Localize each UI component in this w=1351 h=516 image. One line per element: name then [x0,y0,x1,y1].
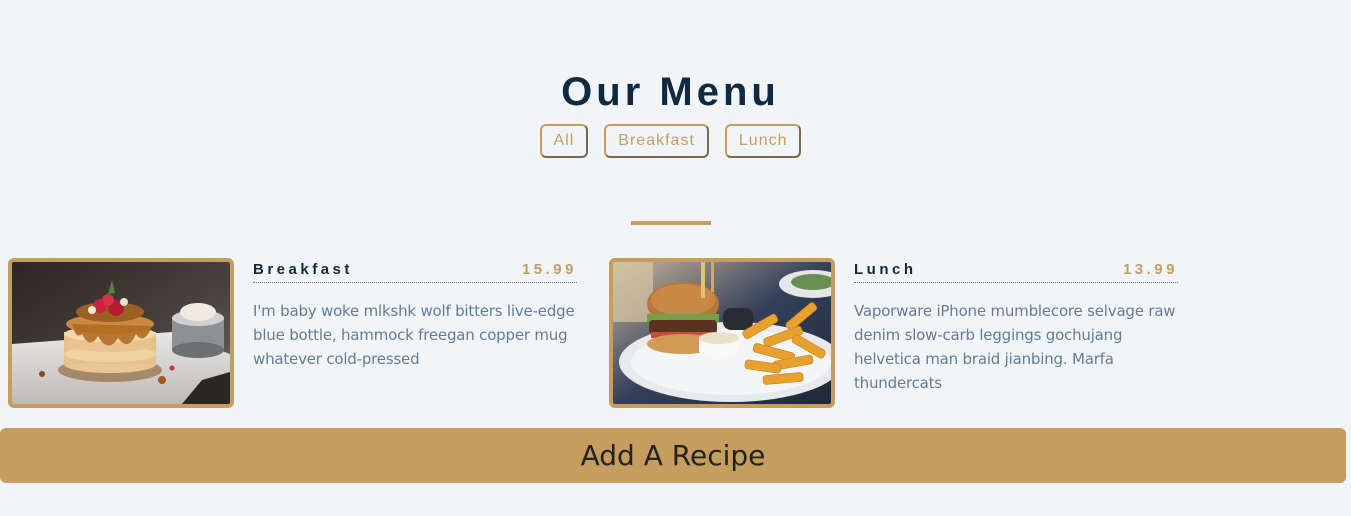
filter-button-lunch[interactable]: Lunch [724,124,802,158]
menu-item-header: Breakfast 15.99 [253,258,577,283]
title-underline [631,221,711,225]
menu-item-description: Vaporware iPhone mumblecore selvage raw … [854,302,1176,392]
burger-image [613,262,831,404]
menu-item-price: 13.99 [1122,261,1178,278]
filter-button-all[interactable]: All [539,124,589,158]
menu-item-price: 15.99 [521,261,577,278]
menu-item-name: Lunch [854,261,917,278]
add-recipe-button[interactable]: Add A Recipe [0,428,1346,483]
menu-item-info: Lunch 13.99 Vaporware iPhone mumblecore … [854,258,1178,395]
menu-item-header: Lunch 13.99 [854,258,1178,283]
menu-item-name: Breakfast [253,261,353,278]
filter-bar: All Breakfast Lunch [0,124,1341,158]
menu-item-breakfast: Breakfast 15.99 I'm baby woke mlkshk wol… [8,258,578,408]
section-title: Our Menu [561,70,780,114]
pancake-image [12,262,230,404]
menu-item-info: Breakfast 15.99 I'm baby woke mlkshk wol… [253,258,577,371]
menu-item-photo-burger [609,258,835,408]
menu-item-description: I'm baby woke mlkshk wolf bitters live-e… [253,302,575,368]
menu-item-lunch: Lunch 13.99 Vaporware iPhone mumblecore … [609,258,1179,408]
filter-button-breakfast[interactable]: Breakfast [604,124,709,158]
menu-item-photo-pancakes [8,258,234,408]
